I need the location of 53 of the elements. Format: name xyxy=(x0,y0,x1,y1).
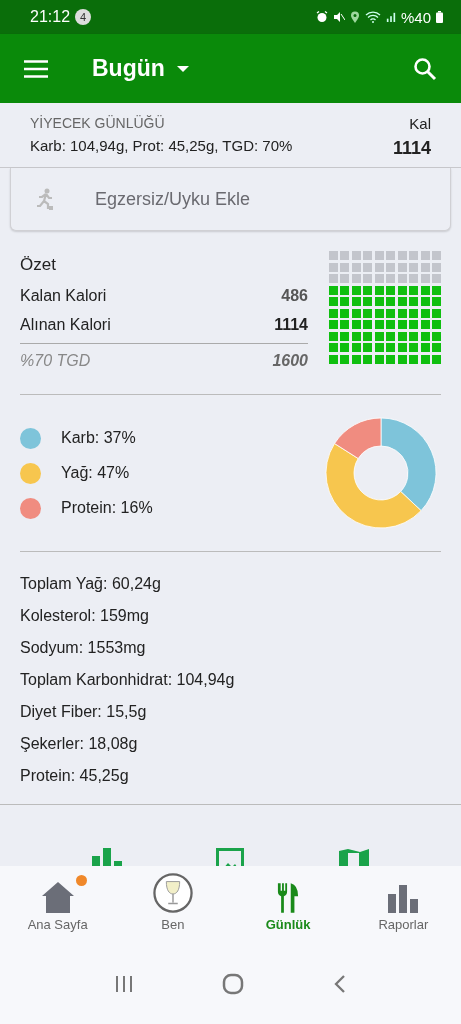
nutrient-line: Sodyum: 1553mg xyxy=(20,638,147,658)
map-icon[interactable] xyxy=(338,848,369,866)
date-selector[interactable]: Bugün xyxy=(92,55,165,82)
summary-title: Özet xyxy=(20,255,57,275)
alarm-icon xyxy=(315,11,328,23)
back-icon[interactable] xyxy=(332,974,347,994)
nutrient-line: Toplam Yağ: 60,24g xyxy=(20,574,162,594)
nutrient-line: Protein: 45,25g xyxy=(20,766,130,786)
dropdown-icon[interactable] xyxy=(176,65,189,72)
summary-value: 1114 xyxy=(274,315,308,334)
menu-icon[interactable] xyxy=(24,59,48,78)
bar-chart-icon xyxy=(388,885,419,913)
calorie-unit: Kal xyxy=(409,115,431,132)
summary-value: 486 xyxy=(281,286,308,305)
wine-glass-avatar-icon xyxy=(152,873,193,913)
summary-label: Kalan Kalori xyxy=(20,286,107,305)
summary-value: 1600 xyxy=(272,352,308,370)
battery-percent: %40 xyxy=(400,8,431,26)
donut-slice xyxy=(334,417,382,459)
calorie-total: 1114 xyxy=(392,138,431,159)
summary-label: %70 TGD xyxy=(20,352,91,370)
legend-label: Protein: 16% xyxy=(61,499,153,517)
home-icon xyxy=(40,881,75,913)
search-icon[interactable] xyxy=(413,56,437,81)
home-button-icon[interactable] xyxy=(222,973,245,995)
notification-badge: 4 xyxy=(75,9,92,25)
donut-slice xyxy=(325,443,422,529)
nutrient-line: Şekerler: 18,08g xyxy=(20,734,139,754)
bar-chart-icon[interactable] xyxy=(92,848,123,866)
mute-icon xyxy=(332,11,345,23)
nutrient-line: Kolesterol: 159mg xyxy=(20,606,150,626)
nav-tab[interactable]: Ana Sayfa xyxy=(0,866,116,944)
location-icon xyxy=(349,11,360,23)
image-icon[interactable] xyxy=(216,848,245,866)
nav-tab[interactable]: Ben xyxy=(115,866,231,944)
food-log-heading: YİYECEK GÜNLÜĞÜ xyxy=(30,115,166,131)
summary-label: Alınan Kalori xyxy=(20,315,111,334)
legend-label: Yağ: 47% xyxy=(61,464,130,482)
donut-slice xyxy=(380,417,437,512)
nav-tab[interactable]: Günlük xyxy=(230,866,346,944)
signal-icon xyxy=(385,11,396,23)
macro-summary: Karb: 104,94g, Prot: 45,25g, TGD: 70% xyxy=(30,137,293,154)
battery-icon xyxy=(436,11,443,23)
fork-knife-icon xyxy=(277,883,300,913)
status-time: 21:12 xyxy=(30,8,71,26)
nav-tab[interactable]: Raporlar xyxy=(345,866,461,944)
runner-icon xyxy=(35,188,55,210)
wifi-icon xyxy=(364,11,381,23)
legend-label: Karb: 37% xyxy=(61,429,136,447)
add-exercise-button[interactable]: Egzersiz/Uyku Ekle xyxy=(10,168,451,231)
recent-apps-icon[interactable] xyxy=(114,974,135,994)
nutrient-line: Diyet Fiber: 15,5g xyxy=(20,702,148,722)
nutrient-line: Toplam Karbonhidrat: 104,94g xyxy=(20,670,236,690)
